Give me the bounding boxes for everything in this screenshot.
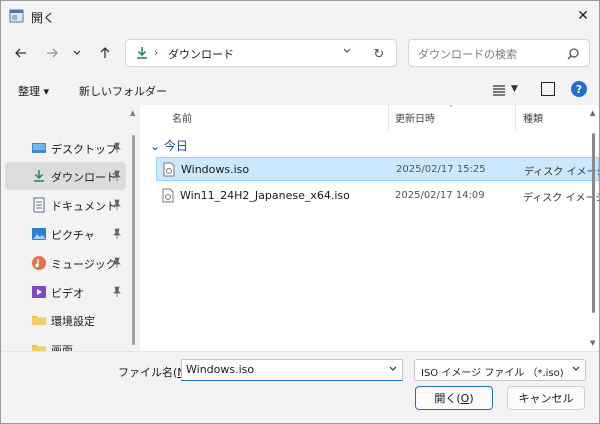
open-label-end: ) bbox=[469, 391, 474, 405]
search-box[interactable]: ダウンロードの検索 bbox=[408, 39, 590, 67]
arrow-right-icon bbox=[47, 48, 58, 58]
desktop-icon bbox=[31, 140, 47, 156]
open-file-dialog: 開く ✕ › ダウンロード ↻ ダウンロードの検索 整理 ▾ 新しいフォルダー … bbox=[0, 0, 600, 424]
sidebar-item-settings-folder[interactable]: 環境設定 bbox=[5, 306, 126, 334]
view-options-icon[interactable] bbox=[491, 82, 507, 98]
file-list-scrollbar[interactable]: ▲ ▼ bbox=[588, 105, 599, 351]
breadcrumb-location[interactable]: ダウンロード bbox=[168, 46, 234, 62]
sidebar-item-label: デスクトップ bbox=[51, 143, 117, 156]
recent-locations-button[interactable] bbox=[66, 42, 88, 64]
new-folder-button[interactable]: 新しいフォルダー bbox=[79, 83, 167, 99]
pin-icon[interactable] bbox=[112, 170, 122, 182]
pin-icon[interactable] bbox=[112, 257, 122, 269]
search-icon[interactable] bbox=[565, 46, 581, 62]
pin-icon[interactable] bbox=[112, 286, 122, 298]
scroll-up-icon[interactable]: ▲ bbox=[130, 109, 135, 117]
arrow-up-icon bbox=[100, 47, 110, 58]
picture-icon bbox=[31, 226, 47, 242]
file-row-selected[interactable]: Windows.iso 2025/02/17 15:25 ディスク イメージ bbox=[156, 157, 599, 181]
forward-button[interactable] bbox=[41, 42, 63, 64]
pin-icon[interactable] bbox=[112, 228, 122, 240]
open-accesskey: O bbox=[460, 391, 470, 405]
sidebar-item-desktop[interactable]: デスクトップ bbox=[5, 134, 126, 162]
open-button[interactable]: 開く(O) bbox=[415, 386, 493, 410]
open-label: 開く( bbox=[434, 392, 461, 405]
chevron-down-icon[interactable] bbox=[388, 364, 398, 377]
address-bar[interactable]: › ダウンロード ↻ bbox=[125, 39, 397, 67]
view-dropdown-icon[interactable]: ▼ bbox=[511, 84, 518, 94]
file-list: 名前 ˅ 更新日時 種類 ⌄ 今日 Windows.iso 2025/02/17… bbox=[140, 105, 599, 351]
chevron-down-icon bbox=[73, 50, 81, 55]
column-divider[interactable] bbox=[388, 105, 389, 131]
chevron-down-icon[interactable] bbox=[571, 364, 581, 377]
disc-image-file-icon bbox=[163, 162, 175, 177]
download-icon bbox=[134, 45, 150, 61]
filename-label-text: ファイル名( bbox=[118, 366, 178, 379]
file-name: Win11_24H2_Japanese_x64.iso bbox=[180, 189, 350, 202]
scroll-thumb[interactable] bbox=[132, 135, 135, 345]
sidebar-item-label: ビデオ bbox=[51, 287, 84, 300]
refresh-button[interactable]: ↻ bbox=[370, 45, 388, 63]
file-name: Windows.iso bbox=[181, 163, 250, 176]
search-placeholder[interactable]: ダウンロードの検索 bbox=[418, 46, 517, 62]
navigation-scrollbar[interactable]: ▲ bbox=[128, 105, 138, 351]
sidebar-item-label: ドキュメント bbox=[51, 200, 117, 213]
close-icon: ✕ bbox=[577, 8, 589, 24]
group-header-today[interactable]: ⌄ 今日 bbox=[150, 137, 188, 154]
sidebar-item-documents[interactable]: ドキュメント bbox=[5, 191, 126, 219]
sidebar-item-screen-folder[interactable]: 画面 bbox=[5, 335, 126, 351]
sidebar-item-music[interactable]: ミュージック bbox=[5, 249, 126, 277]
column-header-type[interactable]: 種類 bbox=[523, 110, 543, 125]
back-button[interactable] bbox=[10, 42, 32, 64]
sidebar-item-videos[interactable]: ビデオ bbox=[5, 278, 126, 306]
sort-indicator-icon: ˅ bbox=[449, 105, 453, 113]
group-label: 今日 bbox=[163, 139, 188, 153]
breadcrumb-separator-icon: › bbox=[154, 46, 159, 59]
up-button[interactable] bbox=[94, 42, 116, 64]
file-type-filter-value: ISO イメージ ファイル （*.iso) bbox=[421, 368, 564, 379]
chevron-down-icon: ⌄ bbox=[150, 139, 161, 153]
navigation-pane: デスクトップ ダウンロード ドキュメント ピクチャ ミュージック ビデオ 環境設… bbox=[1, 105, 139, 351]
dialog-app-icon bbox=[9, 8, 25, 24]
arrow-left-icon bbox=[15, 48, 26, 58]
sidebar-item-label: ピクチャ bbox=[51, 229, 95, 242]
organize-button[interactable]: 整理 ▾ bbox=[18, 83, 49, 99]
document-icon bbox=[31, 197, 47, 213]
file-row[interactable]: Win11_24H2_Japanese_x64.iso 2025/02/17 1… bbox=[156, 184, 599, 208]
close-button[interactable]: ✕ bbox=[567, 1, 599, 31]
download-icon bbox=[31, 168, 47, 184]
sidebar-item-label: ダウンロード bbox=[51, 171, 117, 184]
address-dropdown-icon[interactable] bbox=[342, 46, 352, 59]
column-divider[interactable] bbox=[515, 105, 516, 131]
cancel-button[interactable]: キャンセル bbox=[507, 386, 585, 410]
folder-icon bbox=[31, 312, 47, 328]
scroll-thumb[interactable] bbox=[592, 133, 595, 313]
scroll-down-icon[interactable]: ▼ bbox=[590, 339, 595, 347]
music-icon bbox=[31, 255, 47, 271]
disc-image-file-icon bbox=[162, 188, 174, 203]
pin-icon[interactable] bbox=[112, 199, 122, 211]
file-date: 2025/02/17 15:25 bbox=[396, 164, 486, 175]
pin-icon[interactable] bbox=[112, 142, 122, 154]
preview-pane-icon[interactable] bbox=[541, 82, 555, 96]
dialog-title: 開く bbox=[31, 11, 56, 25]
file-type-filter[interactable]: ISO イメージ ファイル （*.iso) bbox=[414, 359, 586, 381]
scroll-up-icon[interactable]: ▲ bbox=[590, 109, 595, 117]
column-header-date[interactable]: 更新日時 bbox=[395, 110, 435, 125]
filename-input[interactable] bbox=[186, 363, 376, 376]
sidebar-item-pictures[interactable]: ピクチャ bbox=[5, 220, 126, 248]
sidebar-item-label: 環境設定 bbox=[51, 315, 95, 328]
refresh-icon: ↻ bbox=[373, 46, 385, 62]
sidebar-item-label: ミュージック bbox=[51, 258, 117, 271]
sidebar-item-downloads[interactable]: ダウンロード bbox=[5, 162, 126, 190]
title-bar: 開く ✕ bbox=[1, 1, 599, 31]
help-icon[interactable]: ? bbox=[571, 81, 587, 97]
folder-icon bbox=[31, 341, 47, 351]
filename-combobox[interactable] bbox=[181, 359, 403, 381]
sidebar-item-label: 画面 bbox=[51, 344, 73, 351]
column-header-name[interactable]: 名前 bbox=[172, 110, 192, 125]
file-date: 2025/02/17 14:09 bbox=[395, 190, 485, 201]
video-icon bbox=[31, 284, 47, 300]
